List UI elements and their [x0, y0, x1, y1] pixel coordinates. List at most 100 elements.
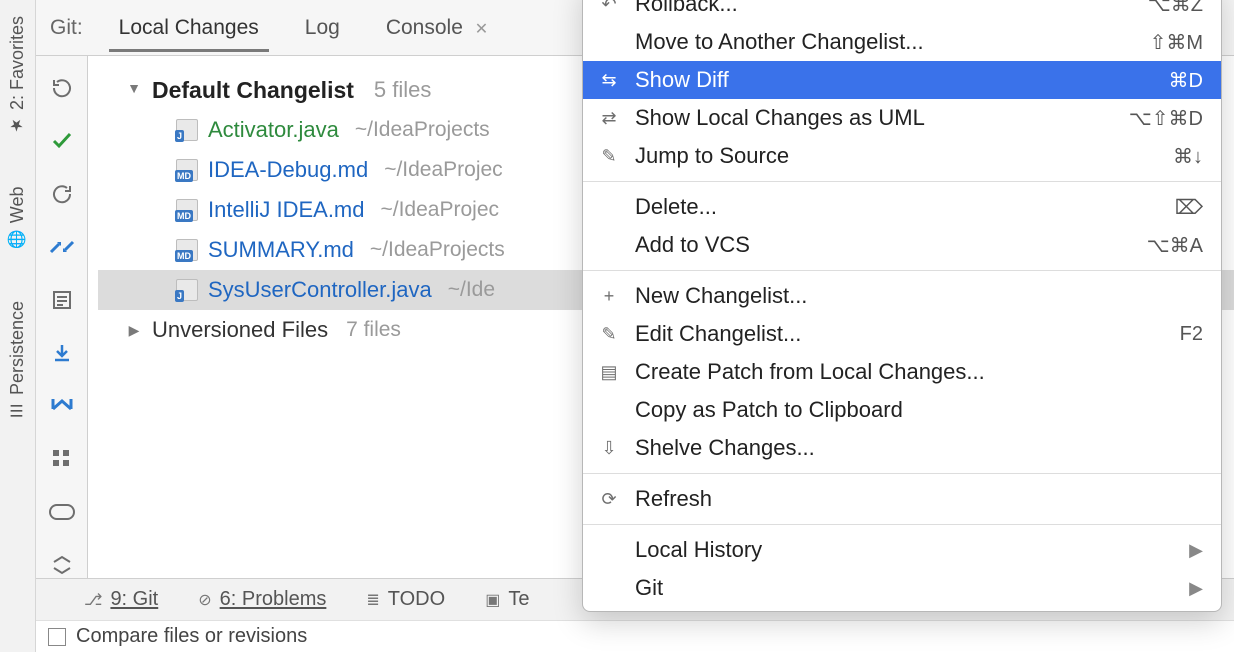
chevron-down-icon: ▼ — [126, 80, 142, 96]
close-icon[interactable]: ✕ — [475, 21, 488, 38]
pencil-icon: ✎ — [597, 324, 621, 345]
side-tab-web[interactable]: 🌐 Web — [5, 181, 30, 255]
unversioned-title: Unversioned Files — [152, 317, 328, 343]
md-file-icon: MD — [176, 239, 198, 261]
toolwindow-git[interactable]: ⎇ 9: Git — [84, 588, 158, 611]
changelists-button[interactable] — [48, 286, 76, 313]
status-checkbox[interactable] — [48, 628, 66, 646]
edit-icon: ✎ — [597, 146, 621, 167]
menu-item[interactable]: Add to VCS⌥⌘A — [583, 226, 1221, 264]
menu-item[interactable]: Git▶ — [583, 569, 1221, 607]
menu-item-label: Show Local Changes as UML — [635, 105, 1115, 131]
vcs-label: Git: — [50, 16, 87, 40]
unversioned-count: 7 files — [346, 318, 401, 342]
menu-item[interactable]: ↶ Rollback... ⌥⌘Z — [583, 0, 1221, 23]
tab-label: Local Changes — [119, 16, 259, 39]
toolwindow-terminal[interactable]: ▣ Te — [485, 588, 529, 611]
menu-item-label: Rollback... — [635, 0, 1134, 17]
toolwindow-problems[interactable]: ⊘ 6: Problems — [198, 588, 326, 611]
file-path: ~/IdeaProjec — [384, 158, 503, 182]
changelist-count: 5 files — [374, 77, 431, 103]
menu-item[interactable]: ⇄Show Local Changes as UML⌥⇧⌘D — [583, 99, 1221, 137]
toolwindow-label: 6: Problems — [220, 588, 327, 611]
show-diff-button[interactable] — [48, 233, 76, 260]
menu-separator — [583, 524, 1221, 525]
expand-icon — [51, 554, 73, 576]
star-icon: ★ — [8, 116, 27, 135]
diff-icon — [49, 237, 75, 257]
expand-all-button[interactable] — [48, 551, 76, 578]
menu-item[interactable]: Move to Another Changelist... ⇧⌘M — [583, 23, 1221, 61]
file-name: SysUserController.java — [208, 277, 432, 303]
menu-item[interactable]: ✎ Jump to Source ⌘↓ — [583, 137, 1221, 175]
check-icon — [50, 129, 74, 153]
file-path: ~/IdeaProjec — [381, 198, 500, 222]
side-tab-label: 2: Favorites — [7, 16, 28, 110]
menu-item-shortcut: ⌥⌘A — [1147, 233, 1203, 258]
toolwindow-label: Te — [508, 588, 529, 611]
side-tab-label: Web — [7, 187, 28, 224]
shelve-button[interactable] — [48, 339, 76, 366]
java-file-icon: J — [176, 279, 198, 301]
side-tab-persistence[interactable]: ☰ Persistence — [5, 295, 30, 426]
menu-item-label: Delete... — [635, 194, 1161, 220]
menu-item[interactable]: Copy as Patch to Clipboard — [583, 391, 1221, 429]
globe-icon: 🌐 — [8, 230, 27, 250]
commit-button[interactable] — [48, 127, 76, 154]
menu-separator — [583, 181, 1221, 182]
unshelve-icon — [49, 395, 75, 417]
status-text: Compare files or revisions — [76, 625, 307, 648]
menu-item-label: Create Patch from Local Changes... — [635, 359, 1189, 385]
menu-item-label: Local History — [635, 537, 1175, 563]
left-gutter: ★ 2: Favorites 🌐 Web ☰ Persistence — [0, 0, 36, 652]
md-file-icon: MD — [176, 199, 198, 221]
status-bar: Compare files or revisions — [36, 620, 1234, 652]
menu-item-shortcut: ⇧⌘M — [1150, 30, 1203, 55]
side-tab-label: Persistence — [7, 301, 28, 395]
context-menu: ↶ Rollback... ⌥⌘Z Move to Another Changelis… — [582, 0, 1222, 612]
menu-item[interactable]: ▤Create Patch from Local Changes... — [583, 353, 1221, 391]
menu-separator — [583, 270, 1221, 271]
menu-item-shortcut: ⌘D — [1169, 68, 1203, 93]
menu-item-shortcut: ⌘↓ — [1173, 144, 1203, 169]
rollback-button[interactable] — [48, 180, 76, 207]
md-file-icon: MD — [176, 159, 198, 181]
group-by-button[interactable] — [48, 445, 76, 472]
menu-separator — [583, 473, 1221, 474]
changelists-icon — [51, 289, 73, 311]
tab-log[interactable]: Log — [291, 4, 354, 51]
menu-item-label: Jump to Source — [635, 143, 1159, 169]
file-name: IDEA-Debug.md — [208, 157, 368, 183]
refresh-button[interactable] — [48, 74, 76, 101]
toolwindow-label: TODO — [388, 588, 445, 611]
menu-item-shortcut: ⌥⌘Z — [1148, 0, 1203, 17]
menu-item[interactable]: Delete...⌦ — [583, 188, 1221, 226]
menu-item[interactable]: Local History▶ — [583, 531, 1221, 569]
persistence-icon: ☰ — [8, 401, 27, 420]
menu-item[interactable]: ✎Edit Changelist...F2 — [583, 315, 1221, 353]
chevron-right-icon: ▶ — [126, 322, 142, 339]
eye-icon — [49, 504, 75, 520]
menu-item[interactable]: ⟳Refresh — [583, 480, 1221, 518]
rollback-icon: ↶ — [597, 0, 621, 15]
tab-label: Console — [386, 16, 463, 39]
menu-item-label: Refresh — [635, 486, 1189, 512]
branch-icon: ⎇ — [84, 590, 102, 610]
file-path: ~/Ide — [448, 278, 495, 302]
menu-item[interactable]: +New Changelist... — [583, 277, 1221, 315]
side-tab-favorites[interactable]: ★ 2: Favorites — [5, 10, 30, 141]
toolwindow-todo[interactable]: ≣ TODO — [366, 588, 445, 611]
java-file-icon: J — [176, 119, 198, 141]
menu-item-label: Move to Another Changelist... — [635, 29, 1136, 55]
tab-local-changes[interactable]: Local Changes — [105, 4, 273, 51]
menu-item[interactable]: ⇆Show Diff⌘D — [583, 61, 1221, 99]
preview-button[interactable] — [48, 498, 76, 525]
uml-icon: ⇄ — [597, 108, 621, 129]
file-path: ~/IdeaProjects — [370, 238, 505, 262]
unshelve-button[interactable] — [48, 392, 76, 419]
menu-item[interactable]: ⇩Shelve Changes... — [583, 429, 1221, 467]
tab-console[interactable]: Console ✕ — [372, 4, 502, 51]
menu-item-label: Copy as Patch to Clipboard — [635, 397, 1189, 423]
file-path: ~/IdeaProjects — [355, 118, 490, 142]
menu-item-label: Edit Changelist... — [635, 321, 1166, 347]
